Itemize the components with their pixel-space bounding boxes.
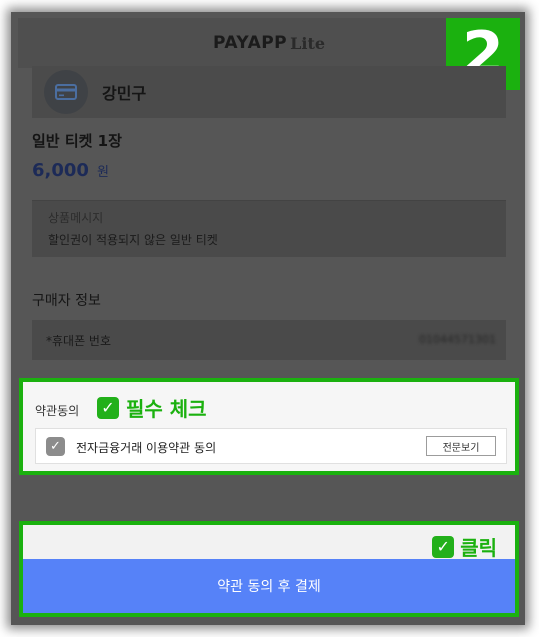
required-check-annotation: ✓ 필수 체크 [97, 393, 207, 422]
terms-label[interactable]: 전자금융거래 이용약관 동의 [76, 439, 216, 456]
view-full-terms-button[interactable]: 전문보기 [426, 436, 496, 456]
agreement-section: 약관동의 ✓ 필수 체크 ✓ 전자금융거래 이용약관 동의 전문보기 [19, 378, 519, 475]
phone-value: 01044571301 [419, 333, 496, 346]
message-text: 할인권이 적용되지 않은 일반 티켓 [48, 233, 218, 247]
terms-agreement-row[interactable]: ✓ 전자금융거래 이용약관 동의 전문보기 [35, 428, 507, 464]
logo-suffix: Lite [290, 33, 326, 53]
payment-section: ✓ 클릭 약관 동의 후 결제 [19, 521, 519, 617]
check-mark-icon: ✓ [432, 535, 455, 558]
product-price: 6,000 원 [32, 160, 109, 181]
agreement-title: 약관동의 [35, 404, 80, 418]
terms-checkbox[interactable]: ✓ [46, 437, 65, 456]
product-message-box: 상품메시지 할인권이 적용되지 않은 일반 티켓 [32, 200, 506, 257]
phone-label: *휴대폰 번호 [46, 334, 112, 348]
price-currency: 원 [96, 165, 109, 180]
app-header: PAYAPP Lite [18, 18, 520, 68]
agree-and-pay-button[interactable]: 약관 동의 후 결제 [23, 559, 515, 613]
credit-card-icon [44, 70, 88, 114]
payer-name: 강민구 [102, 84, 147, 103]
click-annotation: ✓ 클릭 [432, 532, 497, 561]
phone-field[interactable]: *휴대폰 번호 01044571301 [32, 320, 506, 360]
message-label: 상품메시지 [48, 211, 104, 225]
annotation-text: 필수 체크 [126, 397, 207, 421]
product-title: 일반 티켓 1장 [32, 132, 122, 150]
logo: PAYAPP [212, 33, 288, 53]
price-value: 6,000 [32, 160, 89, 181]
check-mark-icon: ✓ [97, 396, 119, 419]
buyer-section-title: 구매자 정보 [32, 293, 101, 309]
annotation-text: 클릭 [460, 536, 497, 560]
payer-row: 강민구 [32, 66, 506, 118]
